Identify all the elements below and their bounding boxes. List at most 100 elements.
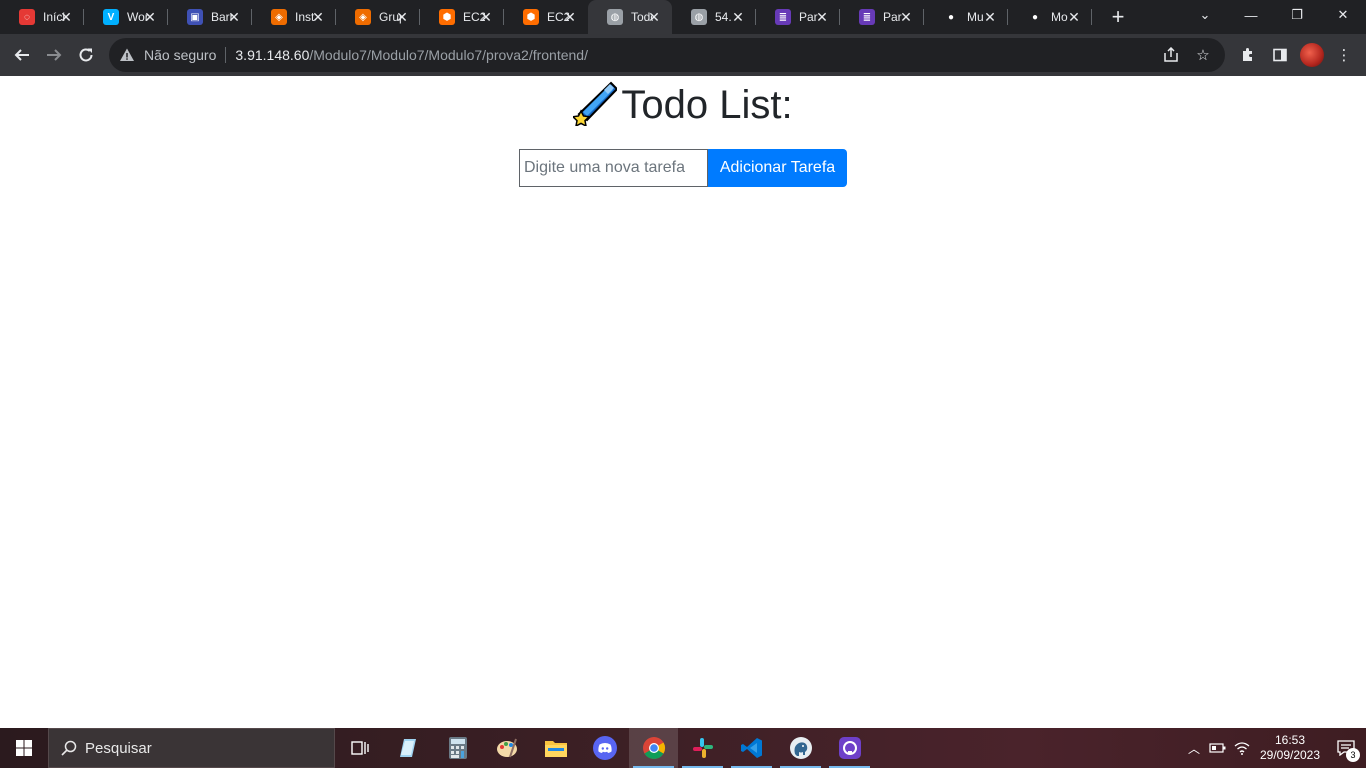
browser-tab[interactable]: ≣ Par ✕ bbox=[840, 0, 924, 34]
puzzle-icon bbox=[1243, 48, 1252, 61]
chevron-up-icon: ︿ bbox=[1187, 741, 1200, 756]
discord-icon bbox=[592, 736, 617, 760]
browser-tab[interactable]: ⬢ EC2 ✕ bbox=[504, 0, 588, 34]
side-panel-button[interactable] bbox=[1264, 39, 1296, 71]
start-button[interactable] bbox=[0, 728, 48, 768]
grid-blue-icon: ▣ bbox=[187, 9, 203, 25]
browser-tab[interactable]: ◈ Inst ✕ bbox=[252, 0, 336, 34]
tab-strip: ◌Início✕VWorkspace✕▣Barra✕◈Inst✕◈Grupo✕⬢… bbox=[0, 0, 1366, 34]
browser-tab[interactable]: ● Mu ✕ bbox=[924, 0, 1008, 34]
browser-tab[interactable]: ◈Grupo✕ bbox=[336, 0, 420, 34]
address-bar[interactable]: Não seguro 3.91.148.60/Modulo7/Modulo7/M… bbox=[109, 38, 1225, 72]
github-icon: ● bbox=[943, 9, 959, 25]
windows-taskbar: Pesquisar ︿ 16:53 29/09/2023 3 bbox=[0, 728, 1366, 768]
close-tab-icon[interactable]: ✕ bbox=[478, 9, 494, 25]
new-task-input[interactable] bbox=[519, 149, 708, 187]
taskbar-app-file-explorer[interactable] bbox=[531, 728, 580, 768]
tab-search-button[interactable]: ⌄ bbox=[1182, 0, 1228, 30]
clock[interactable]: 16:53 29/09/2023 bbox=[1254, 733, 1326, 763]
profile-button[interactable] bbox=[1296, 39, 1328, 71]
close-tab-icon[interactable]: ✕ bbox=[562, 9, 578, 25]
close-tab-icon[interactable]: ✕ bbox=[982, 9, 998, 25]
windows-logo-icon bbox=[16, 740, 32, 756]
taskbar-search[interactable]: Pesquisar bbox=[48, 728, 335, 768]
ring-red-icon: ◌ bbox=[19, 9, 35, 25]
menu-button[interactable]: ⋮ bbox=[1328, 39, 1360, 71]
new-tab-button[interactable]: + bbox=[1100, 0, 1136, 34]
battery-icon bbox=[1209, 743, 1226, 753]
show-hidden-icons-button[interactable]: ︿ bbox=[1182, 740, 1206, 757]
taskbar-app-slack[interactable] bbox=[678, 728, 727, 768]
close-tab-icon[interactable]: ✕ bbox=[142, 9, 158, 25]
aws-cube-icon: ⬢ bbox=[523, 9, 539, 25]
clock-date: 29/09/2023 bbox=[1259, 748, 1321, 762]
calculator-icon bbox=[448, 737, 467, 759]
browser-tab[interactable]: ◍Todo✕ bbox=[588, 0, 672, 34]
chrome-icon bbox=[642, 737, 665, 759]
taskbar-app-github-desktop[interactable] bbox=[825, 728, 874, 768]
bookmark-button[interactable]: ☆ bbox=[1187, 39, 1219, 71]
system-tray: ︿ 16:53 29/09/2023 3 bbox=[1182, 728, 1366, 768]
warning-icon bbox=[120, 48, 134, 61]
close-tab-icon[interactable]: ✕ bbox=[310, 9, 326, 25]
list-purple-icon: ≣ bbox=[775, 9, 791, 25]
page-title: Todo List: bbox=[0, 80, 1366, 137]
close-tab-icon[interactable]: ✕ bbox=[226, 9, 242, 25]
security-label[interactable]: Não seguro bbox=[144, 47, 216, 63]
forward-button[interactable] bbox=[38, 39, 70, 71]
page-title-text: Todo List: bbox=[621, 83, 793, 127]
globe-icon: ◍ bbox=[691, 9, 707, 25]
taskbar-app-chrome[interactable] bbox=[629, 728, 678, 768]
github-icon: ● bbox=[1027, 9, 1043, 25]
close-tab-icon[interactable]: ✕ bbox=[58, 9, 74, 25]
close-tab-icon[interactable]: ✕ bbox=[1066, 9, 1082, 25]
browser-tab[interactable]: ● Mo ✕ bbox=[1008, 0, 1092, 34]
taskbar-app-calculator[interactable] bbox=[433, 728, 482, 768]
search-placeholder: Pesquisar bbox=[85, 739, 152, 757]
taskbar-app-vscode[interactable] bbox=[727, 728, 776, 768]
browser-tab[interactable]: ◍ 54. ✕ bbox=[672, 0, 756, 34]
extensions-button[interactable] bbox=[1232, 39, 1264, 71]
share-button[interactable] bbox=[1155, 39, 1187, 71]
close-tab-icon[interactable]: ✕ bbox=[394, 9, 410, 25]
close-tab-icon[interactable]: ✕ bbox=[730, 9, 746, 25]
close-tab-icon[interactable]: ✕ bbox=[814, 9, 830, 25]
taskbar-app-postgres[interactable] bbox=[776, 728, 825, 768]
minimize-button[interactable]: — bbox=[1228, 0, 1274, 30]
back-button[interactable] bbox=[6, 39, 38, 71]
vscode-icon bbox=[740, 738, 762, 758]
restore-button[interactable]: ❐ bbox=[1274, 0, 1320, 30]
browser-tab[interactable]: VWorkspace✕ bbox=[84, 0, 168, 34]
notification-center-button[interactable]: 3 bbox=[1326, 728, 1366, 768]
close-window-button[interactable]: ✕ bbox=[1320, 0, 1366, 30]
browser-tab[interactable]: ⬢ EC2 ✕ bbox=[420, 0, 504, 34]
github-desktop-icon bbox=[838, 737, 861, 759]
browser-toolbar: Não seguro 3.91.148.60/Modulo7/Modulo7/M… bbox=[0, 34, 1366, 76]
star-icon: ☆ bbox=[1196, 47, 1210, 64]
add-task-button[interactable]: Adicionar Tarefa bbox=[708, 149, 847, 187]
url-host: 3.91.148.60 bbox=[235, 47, 310, 63]
taskbar-app-paint[interactable] bbox=[482, 728, 531, 768]
share-icon bbox=[1164, 47, 1178, 62]
task-view-button[interactable] bbox=[335, 728, 384, 768]
browser-tab[interactable]: ▣Barra✕ bbox=[168, 0, 252, 34]
url-path: /Modulo7/Modulo7/Modulo7/prova2/frontend… bbox=[309, 47, 588, 63]
chevron-down-icon: ⌄ bbox=[1199, 7, 1211, 22]
battery-button[interactable] bbox=[1206, 742, 1230, 754]
minimize-icon: — bbox=[1244, 7, 1258, 23]
browser-tab[interactable]: ≣ Par ✕ bbox=[756, 0, 840, 34]
add-task-form: Adicionar Tarefa bbox=[519, 149, 847, 187]
taskbar-app-notes[interactable] bbox=[384, 728, 433, 768]
globe-icon: ◍ bbox=[607, 9, 623, 25]
folder-icon bbox=[544, 741, 567, 757]
wifi-button[interactable] bbox=[1230, 741, 1254, 755]
side-panel-icon bbox=[1273, 48, 1287, 62]
restore-icon: ❐ bbox=[1291, 7, 1303, 22]
reload-icon bbox=[79, 48, 93, 62]
taskbar-app-discord[interactable] bbox=[580, 728, 629, 768]
close-icon: ✕ bbox=[1337, 7, 1349, 22]
close-tab-icon[interactable]: ✕ bbox=[646, 9, 662, 25]
reload-button[interactable] bbox=[70, 39, 102, 71]
browser-tab[interactable]: ◌Início✕ bbox=[0, 0, 84, 34]
close-tab-icon[interactable]: ✕ bbox=[898, 9, 914, 25]
